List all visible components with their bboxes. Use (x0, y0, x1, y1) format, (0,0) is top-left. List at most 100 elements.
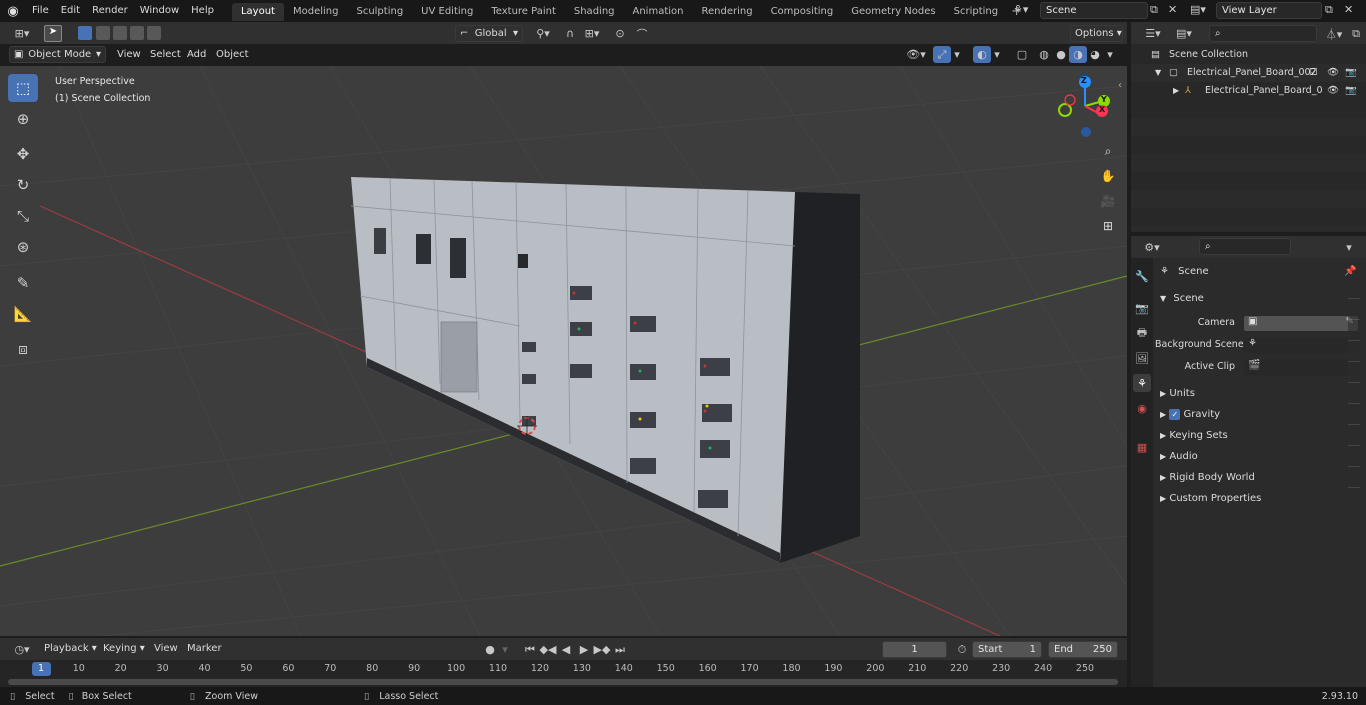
viewport-menu-object[interactable]: Object (210, 44, 255, 66)
selection-mode-intersect-icon[interactable] (147, 26, 161, 40)
annotate-tool-icon[interactable]: ✎ (8, 269, 38, 297)
gizmo-dropdown-icon[interactable]: ▾ (951, 46, 963, 63)
playback-menu[interactable]: Playback ▾ (40, 641, 97, 658)
tab-uv-editing[interactable]: UV Editing (412, 3, 482, 21)
panel-units[interactable]: ▶ Units (1160, 385, 1195, 403)
gravity-checkbox-icon[interactable]: ✓ (1169, 409, 1181, 420)
render-tab-icon[interactable]: 📷 (1133, 299, 1151, 317)
selection-mode-subtract-icon[interactable] (113, 26, 127, 40)
properties-editor-type-icon[interactable]: ⚙▾ (1138, 239, 1166, 256)
camera-view-icon[interactable]: 🎥 (1097, 190, 1119, 212)
wireframe-shading-icon[interactable]: ◍ (1035, 46, 1053, 63)
eye-icon[interactable]: 👁 (1327, 82, 1339, 100)
viewport-menu-view[interactable]: View (111, 44, 147, 66)
outliner-row-object[interactable]: ▶ ⅄ Electrical_Panel_Board_0 👁 📷 (1131, 82, 1366, 100)
overlays-toggle-icon[interactable]: ◐ (973, 46, 991, 63)
menu-edit[interactable]: Edit (55, 0, 86, 22)
jump-start-icon[interactable]: ⏮ (521, 641, 539, 658)
play-icon[interactable]: ▶ (575, 641, 593, 658)
panel-keying-sets[interactable]: ▶ Keying Sets (1160, 427, 1228, 445)
scene-selector-icon[interactable]: ⚘▾ (1013, 3, 1037, 20)
tab-modeling[interactable]: Modeling (284, 3, 348, 21)
panel-audio[interactable]: ▶ Audio (1160, 448, 1198, 466)
properties-search-input[interactable]: ⌕ (1199, 238, 1291, 255)
expand-arrow-icon[interactable]: ▶ (1173, 82, 1179, 100)
shading-dropdown-icon[interactable]: ▾ (1104, 46, 1116, 63)
camera-icon[interactable]: 📷 (1345, 82, 1357, 100)
delete-scene-icon[interactable]: ✕ (1168, 3, 1184, 19)
view-layer-selector-icon[interactable]: ▤▾ (1190, 3, 1214, 20)
auto-keying-dropdown-icon[interactable]: ▾ (499, 641, 511, 658)
tab-layout[interactable]: Layout (231, 3, 284, 21)
output-tab-icon[interactable]: 🖶 (1133, 324, 1151, 342)
tab-texture-paint[interactable]: Texture Paint (482, 3, 565, 21)
timeline-menu-marker[interactable]: Marker (181, 638, 228, 660)
active-tool-icon[interactable]: ➤ (44, 25, 62, 42)
measure-tool-icon[interactable]: 📐 (8, 300, 38, 328)
outliner-search-input[interactable]: ⌕ (1209, 25, 1317, 42)
viewport-menu-add[interactable]: Add (181, 44, 212, 66)
object-mode-dropdown[interactable]: ▣ Object Mode ▾ (9, 46, 106, 63)
menu-file[interactable]: File (26, 0, 55, 22)
play-reverse-icon[interactable]: ◀ (557, 641, 575, 658)
menu-window[interactable]: Window (134, 0, 185, 22)
zoom-view-icon[interactable]: ⌕ (1097, 140, 1119, 162)
tab-compositing[interactable]: Compositing (762, 3, 843, 21)
options-dropdown[interactable]: Options ▾ (1070, 25, 1123, 42)
jump-end-icon[interactable]: ⏭ (611, 641, 629, 658)
panel-custom-properties[interactable]: ▶ Custom Properties (1160, 490, 1261, 508)
navigation-gizmo[interactable]: Z Y X (1055, 74, 1115, 138)
outliner-editor-type-icon[interactable]: ☰▾ (1139, 25, 1167, 42)
xray-toggle-icon[interactable]: ▢ (1013, 46, 1031, 63)
filter-icon[interactable]: ⏃▾ (1321, 25, 1347, 42)
overlays-dropdown-icon[interactable]: ▾ (991, 46, 1003, 63)
transform-orientation-dropdown[interactable]: ⌐ Global ▾ (455, 25, 523, 42)
proportional-editing-icon[interactable]: ⊙ (611, 25, 629, 42)
view-layer-tab-icon[interactable]: 🖼 (1133, 349, 1151, 367)
panel-rigid-body-world[interactable]: ▶ Rigid Body World (1160, 469, 1255, 487)
panel-gravity[interactable]: ▶ ✓ Gravity (1160, 406, 1220, 424)
tool-tab-icon[interactable]: 🔧 (1133, 267, 1151, 285)
world-tab-icon[interactable]: ◉ (1133, 399, 1151, 417)
pivot-point-icon[interactable]: ⚲▾ (531, 25, 555, 42)
preview-range-icon[interactable]: ⏱ (953, 641, 971, 658)
selection-mode-new-icon[interactable] (78, 26, 92, 40)
camera-icon[interactable]: 📷 (1345, 64, 1357, 82)
timeline-ruler[interactable]: 1 10 20 30 40 50 60 70 80 90 100 110 120 130 140 150 160… (0, 660, 1127, 687)
new-collection-icon[interactable]: ⧉ (1347, 25, 1365, 42)
expand-arrow-icon[interactable]: ▼ (1155, 64, 1161, 82)
start-frame-field[interactable]: Start 1 (972, 641, 1042, 658)
gizmo-toggle-icon[interactable]: ⤢ (933, 46, 951, 63)
rendered-shading-icon[interactable]: ◕ (1086, 46, 1104, 63)
snap-toggle-icon[interactable]: ∩ (561, 25, 579, 42)
proportional-falloff-icon[interactable]: ⌒ (629, 25, 655, 42)
tab-sculpting[interactable]: Sculpting (347, 3, 412, 21)
solid-shading-icon[interactable]: ● (1052, 46, 1070, 63)
visibility-filter-icon[interactable]: 👁▾ (903, 46, 929, 63)
new-scene-icon[interactable]: ⧉ (1150, 3, 1166, 19)
keying-menu[interactable]: Keying ▾ (99, 641, 147, 658)
display-mode-icon[interactable]: ▤▾ (1171, 25, 1197, 42)
snap-target-icon[interactable]: ⊞▾ (579, 25, 605, 42)
timeline-menu-view[interactable]: View (148, 638, 184, 660)
editor-type-icon[interactable]: ⊞▾ (8, 25, 36, 42)
scale-tool-icon[interactable]: ⤡ (8, 202, 38, 230)
perspective-toggle-icon[interactable]: ⊞ (1097, 215, 1119, 237)
tab-animation[interactable]: Animation (624, 3, 693, 21)
tab-geometry-nodes[interactable]: Geometry Nodes (842, 3, 944, 21)
menu-help[interactable]: Help (185, 0, 220, 22)
texture-tab-icon[interactable]: ▦ (1133, 438, 1151, 456)
eye-icon[interactable]: 👁 (1327, 64, 1339, 82)
tab-shading[interactable]: Shading (565, 3, 624, 21)
end-frame-field[interactable]: End 250 (1048, 641, 1118, 658)
cursor-tool-icon[interactable]: ⊕ (8, 105, 38, 133)
record-keyframe-icon[interactable]: ● (481, 641, 499, 658)
tab-rendering[interactable]: Rendering (692, 3, 761, 21)
camera-field[interactable]: ▣✎ (1243, 315, 1359, 332)
pan-view-icon[interactable]: ✋ (1097, 165, 1119, 187)
timeline-scrollbar[interactable] (8, 679, 1118, 685)
outliner-row-root[interactable]: ▤ Scene Collection (1131, 46, 1366, 64)
sidebar-toggle-icon[interactable]: ‹ (1118, 80, 1122, 91)
delete-view-layer-icon[interactable]: ✕ (1344, 3, 1360, 19)
outliner-row-collection[interactable]: ▼ ▢ Electrical_Panel_Board_002 ☑ 👁 📷 (1131, 64, 1366, 82)
